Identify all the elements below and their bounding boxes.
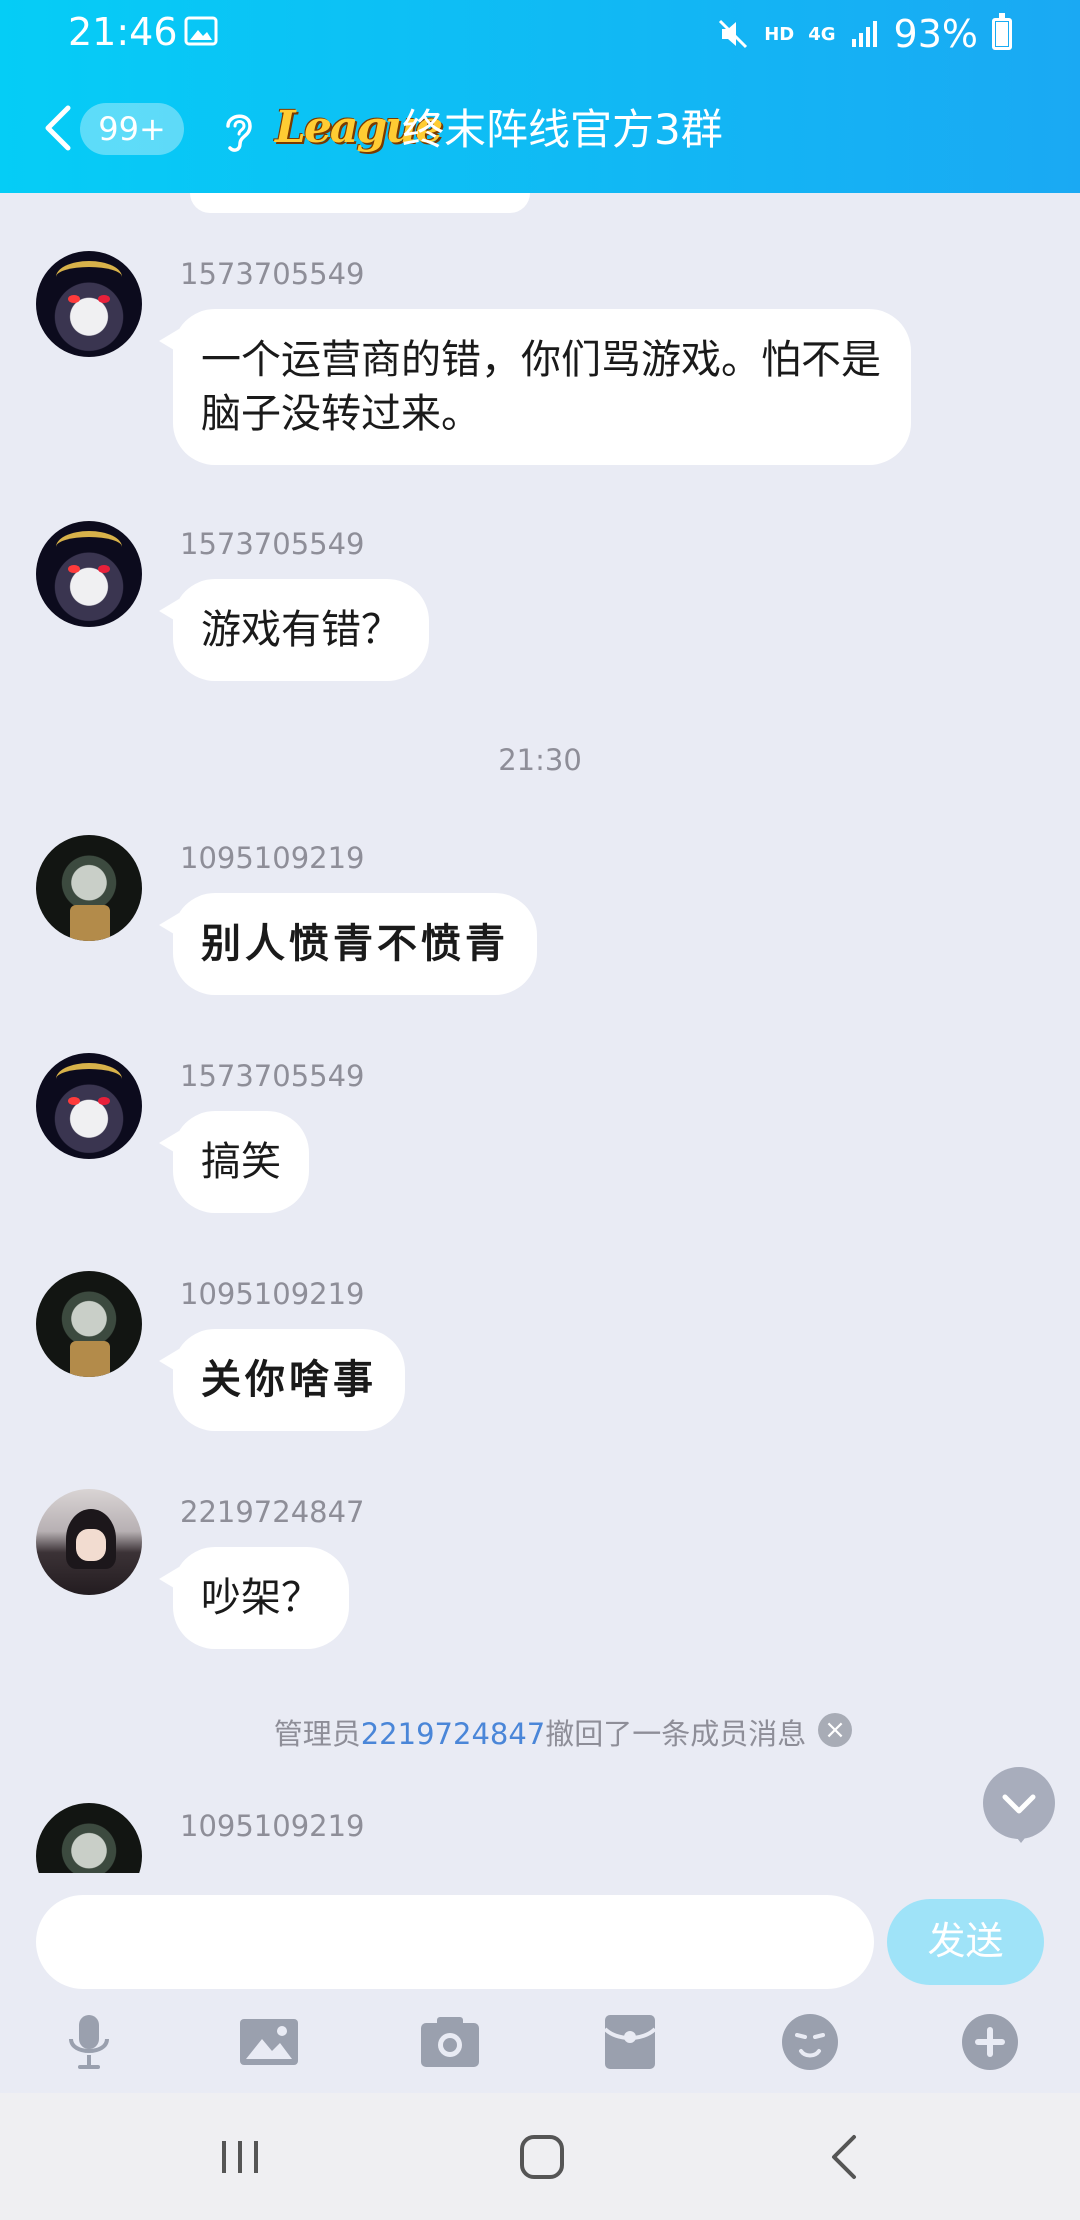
message-bubble[interactable]: 关你啥事 [159, 1329, 405, 1431]
group-name[interactable]: 终末阵线官方3群 [402, 100, 723, 160]
unread-badge[interactable]: 99+ [80, 103, 184, 155]
skull-avatar[interactable] [36, 251, 142, 357]
close-icon[interactable]: × [818, 1713, 852, 1747]
emoji-icon[interactable] [777, 2009, 843, 2075]
sender-id: 1573705549 [180, 527, 365, 561]
input-toolbar [0, 2003, 1080, 2083]
input-area: 发送 [0, 1873, 1080, 2093]
send-button[interactable]: 发送 [887, 1899, 1044, 1985]
chevron-down-icon [1002, 1794, 1036, 1814]
message-bubble[interactable]: 一个运营商的错，你们骂游戏。怕不是脑子没转过来。 [159, 309, 911, 465]
battery-icon [992, 13, 1012, 50]
image-icon [184, 16, 218, 46]
status-time: 21:46 [68, 10, 178, 54]
chat-message-list[interactable]: 1573705549 一个运营商的错，你们骂游戏。怕不是脑子没转过来。 1573… [0, 193, 1080, 1873]
home-button[interactable] [512, 2129, 572, 2185]
message-bubble[interactable]: 搞笑 [159, 1111, 309, 1213]
mute-icon [719, 19, 748, 49]
message-bubble[interactable] [190, 193, 530, 213]
plus-icon[interactable] [957, 2009, 1023, 2075]
sender-id: 1573705549 [180, 1059, 365, 1093]
picture-icon[interactable] [236, 2009, 302, 2075]
sender-id: 2219724847 [180, 1495, 365, 1529]
message-bubble[interactable]: 吵架？ [159, 1547, 349, 1649]
admin-id-link[interactable]: 2219724847 [361, 1717, 546, 1751]
chat-header: 21:46 HD 4G 93% 99+ League 终末阵线官方3群 [0, 0, 1080, 193]
battery-percent: 93% [893, 12, 978, 56]
recall-suffix: 撤回了一条成员消息 [545, 1717, 807, 1751]
mask-avatar[interactable] [36, 1803, 142, 1873]
system-navigation-bar [0, 2093, 1080, 2220]
recent-apps-button[interactable] [210, 2129, 270, 2185]
time-separator: 21:30 [498, 743, 582, 777]
signal-icon [851, 21, 877, 47]
back-arrow-icon[interactable] [38, 100, 78, 156]
mask-avatar[interactable] [36, 1271, 142, 1377]
girl-avatar[interactable] [36, 1489, 142, 1595]
mask-avatar[interactable] [36, 835, 142, 941]
hd-indicator: HD [764, 23, 795, 45]
message-input[interactable] [36, 1895, 874, 1989]
status-bar: 21:46 HD 4G 93% [0, 0, 1080, 64]
network-indicator: 4G [808, 23, 836, 45]
league-logo: League [275, 102, 443, 153]
sender-id: 1095109219 [180, 1277, 365, 1311]
sender-id: 1095109219 [180, 1809, 365, 1843]
message-bubble[interactable]: 游戏有错？ [159, 579, 429, 681]
red-packet-icon[interactable] [597, 2009, 663, 2075]
back-button[interactable] [816, 2129, 876, 2185]
message-bubble[interactable]: 别人愤青不愤青 [159, 893, 537, 995]
microphone-icon[interactable] [56, 2009, 122, 2075]
sender-id: 1573705549 [180, 257, 365, 291]
ear-icon[interactable] [218, 108, 258, 154]
skull-avatar[interactable] [36, 1053, 142, 1159]
recall-prefix: 管理员 [273, 1717, 361, 1751]
sender-id: 1095109219 [180, 841, 365, 875]
skull-avatar[interactable] [36, 521, 142, 627]
scroll-to-bottom-button[interactable] [983, 1767, 1055, 1843]
camera-icon[interactable] [417, 2009, 483, 2075]
status-indicators: HD 4G 93% [716, 12, 1012, 56]
recall-notice: 管理员2219724847撤回了一条成员消息 [0, 1711, 1080, 1753]
